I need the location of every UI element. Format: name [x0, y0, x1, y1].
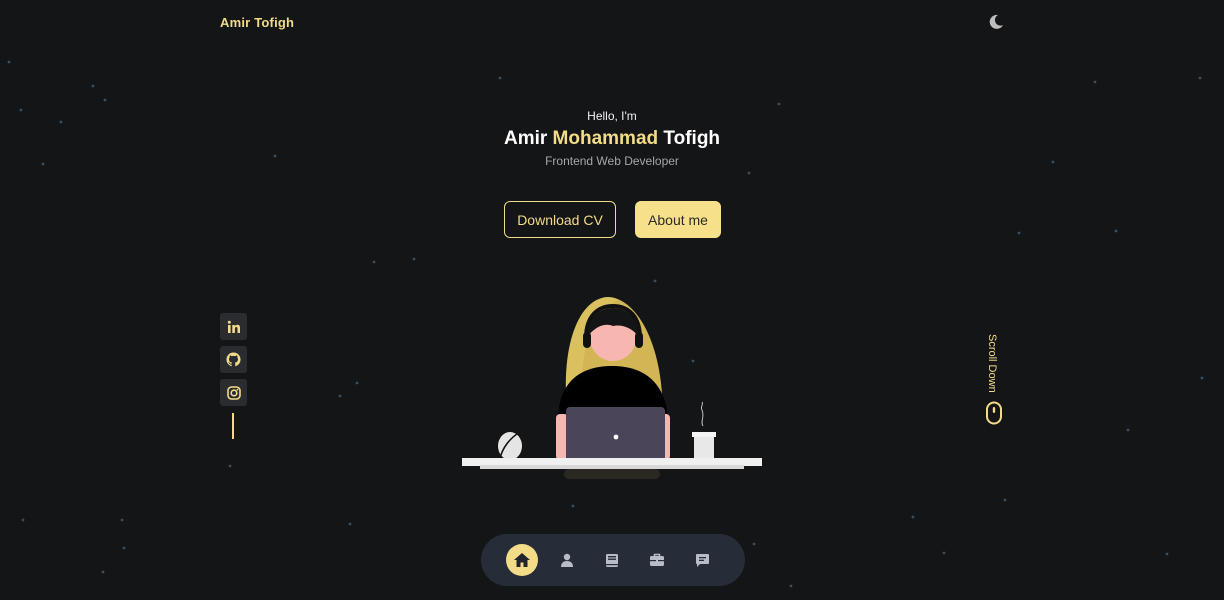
theme-toggle-button[interactable] [986, 12, 1006, 32]
nav-home[interactable] [506, 544, 538, 576]
scroll-down-label: Scroll Down [986, 334, 998, 393]
name-highlight: Mohammad [552, 128, 659, 149]
developer-illustration [462, 297, 762, 479]
about-me-button[interactable]: About me [635, 201, 721, 238]
book-icon [606, 553, 618, 567]
scroll-down-link[interactable]: Scroll Down [985, 334, 1003, 426]
home-icon [514, 553, 530, 567]
social-divider-line [232, 413, 234, 439]
github-icon [226, 352, 241, 367]
hero-role: Frontend Web Developer [545, 154, 679, 168]
name-last: Tofigh [663, 128, 721, 149]
nav-contact[interactable] [686, 544, 718, 576]
nav-about[interactable] [551, 544, 583, 576]
instagram-icon [226, 385, 241, 400]
bottom-navigation [481, 534, 745, 586]
user-icon [561, 553, 573, 567]
moon-icon [989, 14, 1003, 29]
linkedin-icon [227, 320, 240, 333]
briefcase-icon [650, 553, 664, 566]
site-logo[interactable]: Amir Tofigh [220, 15, 294, 30]
linkedin-link[interactable] [220, 313, 247, 340]
chat-icon [695, 553, 709, 567]
github-link[interactable] [220, 346, 247, 373]
instagram-link[interactable] [220, 379, 247, 406]
nav-education[interactable] [596, 544, 628, 576]
hero-greeting: Hello, I'm [587, 109, 637, 123]
hero-name: Amir Mohammad Tofigh [0, 128, 1224, 150]
download-cv-button[interactable]: Download CV [504, 201, 616, 238]
mouse-icon [986, 401, 1002, 425]
nav-portfolio[interactable] [641, 544, 673, 576]
name-first: Amir [503, 128, 548, 149]
